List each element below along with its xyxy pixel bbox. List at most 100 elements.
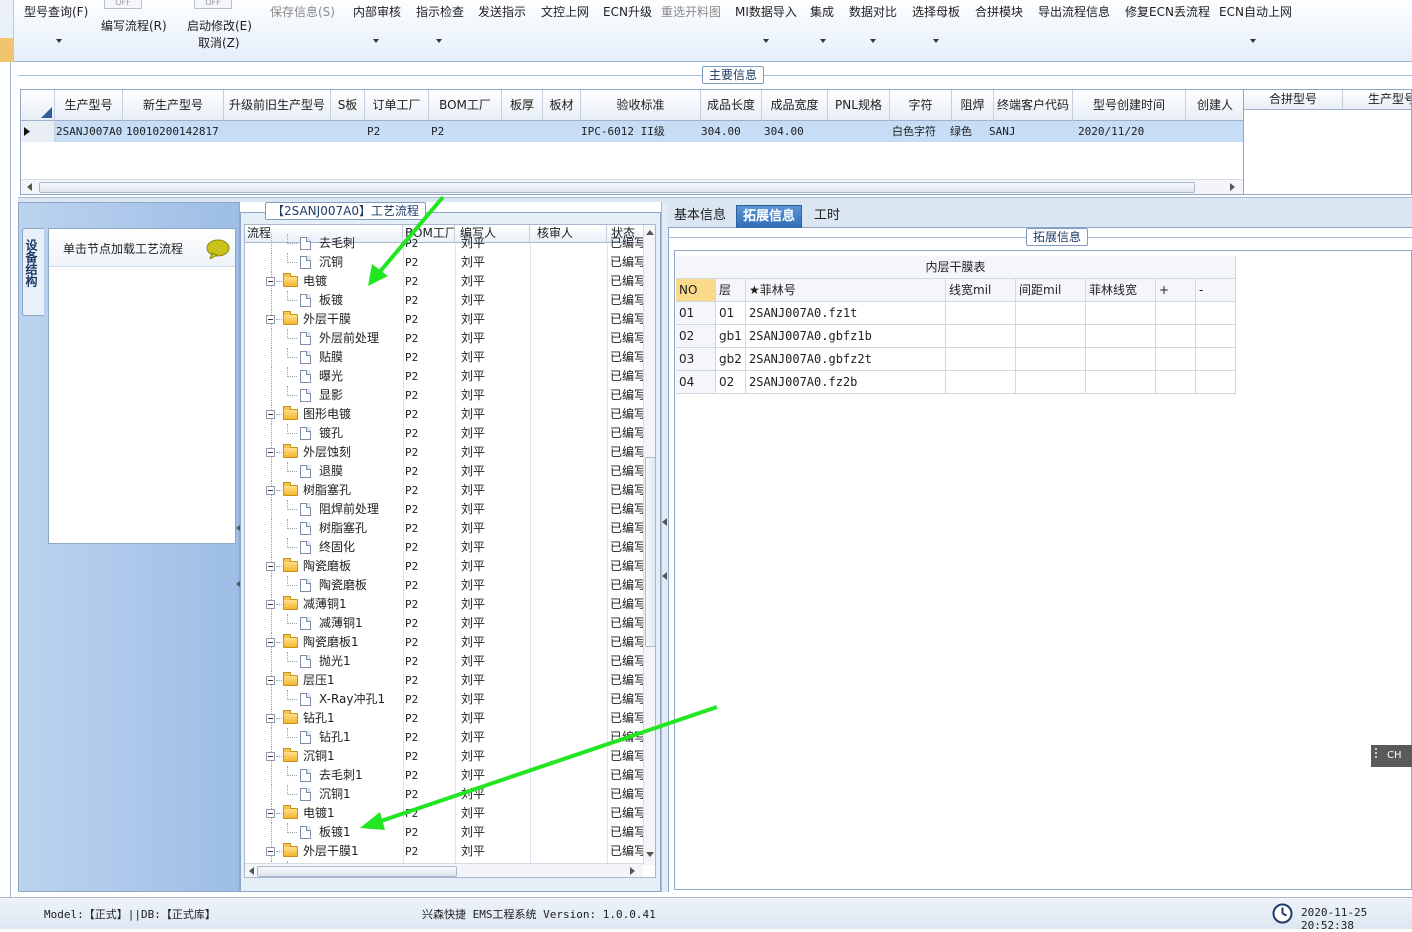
scroll-right-icon[interactable] <box>1230 183 1235 191</box>
tree-row[interactable]: 陶瓷磨板 P2 刘平 已编写 <box>245 576 645 595</box>
tree-node-label[interactable]: 显影 <box>319 386 343 405</box>
collapse-icon[interactable] <box>266 600 275 609</box>
tree-row[interactable]: 陶瓷磨板 P2 刘平 已编写 <box>245 557 645 576</box>
side-tab-device-structure[interactable]: 设备结构 <box>22 228 44 316</box>
table-cell[interactable] <box>1016 325 1086 348</box>
tree-row[interactable]: 外层前处理 P2 刘平 已编写 <box>245 329 645 348</box>
collapse-icon[interactable] <box>266 809 275 818</box>
grid-cell[interactable]: 白色字符 <box>892 122 936 142</box>
column-header[interactable]: 层 <box>716 279 746 302</box>
table-cell[interactable]: 02 <box>676 325 716 348</box>
tab-work-hours[interactable]: 工时 <box>808 205 846 228</box>
column-header[interactable]: 生产型号 <box>1343 90 1411 110</box>
tree-row[interactable]: 板镀 P2 刘平 已编写 <box>245 291 645 310</box>
tree-row[interactable]: 层压1 P2 刘平 已编写 <box>245 671 645 690</box>
scroll-right-icon[interactable] <box>630 867 635 875</box>
grid-cell[interactable]: SANJ <box>989 122 1016 142</box>
table-row[interactable]: 02 gb1 2SANJ007A0.gbfz1b <box>676 325 1236 348</box>
collapse-icon[interactable] <box>266 638 275 647</box>
tree-node-label[interactable]: 外层蚀刻 <box>303 443 351 462</box>
column-header[interactable]: 线宽mil <box>946 279 1016 302</box>
collapse-icon[interactable] <box>266 714 275 723</box>
tree-row[interactable]: 退膜 P2 刘平 已编写 <box>245 462 645 481</box>
tree-node-label[interactable]: 钻孔1 <box>303 709 335 728</box>
tree-row[interactable]: 钻孔1 P2 刘平 已编写 <box>245 709 645 728</box>
tree-node-label[interactable]: 树脂塞孔 <box>319 519 367 538</box>
tree-node-label[interactable]: 陶瓷磨板 <box>303 557 351 576</box>
chevron-down-icon[interactable] <box>933 39 939 43</box>
table-cell[interactable] <box>946 302 1016 325</box>
tree-node-label[interactable]: 曝光 <box>319 367 343 386</box>
tree-node-label[interactable]: 去毛刺1 <box>319 766 363 785</box>
tree-row[interactable]: 电镀1 P2 刘平 已编写 <box>245 804 645 823</box>
column-header[interactable]: 成品宽度 <box>762 90 828 121</box>
table-cell[interactable] <box>946 325 1016 348</box>
toggle-switch[interactable]: OFF <box>104 0 142 9</box>
grid-cell[interactable]: 10010200142817 <box>126 122 219 142</box>
tree-row[interactable]: 减薄铜1 P2 刘平 已编写 <box>245 614 645 633</box>
table-cell[interactable]: 2SANJ007A0.gbfz1b <box>746 325 946 348</box>
tree-row[interactable]: 外层干膜1 P2 刘平 已编写 <box>245 842 645 861</box>
tree-row[interactable]: 钻孔1 P2 刘平 已编写 <box>245 728 645 747</box>
table-cell[interactable] <box>1196 302 1236 325</box>
tree-node-label[interactable]: 层压1 <box>303 671 335 690</box>
tree-node-label[interactable]: 减薄铜1 <box>303 595 347 614</box>
column-header[interactable]: 升级前旧生产型号 <box>224 90 331 121</box>
collapse-icon[interactable] <box>266 752 275 761</box>
column-header[interactable]: S板 <box>331 90 365 121</box>
tab-extended-info[interactable]: 拓展信息 <box>736 205 803 228</box>
table-row[interactable]: 03 gb2 2SANJ007A0.gbfz2t <box>676 348 1236 371</box>
chevron-down-icon[interactable] <box>436 39 442 43</box>
tree-node-label[interactable]: 外层前处理 <box>319 329 379 348</box>
toolbar-reselect-cutting-button[interactable]: 重选开料图 <box>661 3 721 20</box>
collapse-icon[interactable] <box>266 676 275 685</box>
grid-cell[interactable]: 304.00 <box>764 122 804 142</box>
table-cell[interactable]: 02 <box>716 371 746 394</box>
column-header[interactable]: 菲林线宽 <box>1086 279 1156 302</box>
tree-row[interactable]: 沉铜1 P2 刘平 已编写 <box>245 747 645 766</box>
scrollbar-thumb[interactable] <box>645 457 655 647</box>
column-header[interactable]: 终端客户代码 <box>994 90 1073 121</box>
tree-node-label[interactable]: 电镀1 <box>303 804 335 823</box>
add-column-header[interactable]: + <box>1156 279 1196 302</box>
chevron-down-icon[interactable] <box>763 39 769 43</box>
column-header[interactable]: 间距mil <box>1016 279 1086 302</box>
column-header[interactable]: 合拼型号 <box>1244 90 1343 110</box>
table-cell[interactable] <box>1156 348 1196 371</box>
toolbar-instruction-check-button[interactable]: 指示检查 <box>416 3 464 20</box>
left-node-list[interactable]: 单击节点加载工艺流程 <box>48 228 236 544</box>
scroll-left-icon[interactable] <box>27 183 32 191</box>
collapse-icon[interactable] <box>266 448 275 457</box>
tree-row[interactable]: 去毛刺 P2 刘平 已编写 <box>245 234 645 253</box>
tree-node-label[interactable]: 终固化 <box>319 538 355 557</box>
tree-node-label[interactable]: 减薄铜1 <box>319 614 363 633</box>
grid-cell[interactable]: 2020/11/20 <box>1078 122 1144 142</box>
table-cell[interactable] <box>1086 371 1156 394</box>
toolbar-model-query-button[interactable]: 型号查询(F) <box>24 3 88 20</box>
collapse-icon[interactable] <box>266 847 275 856</box>
table-cell[interactable] <box>1016 348 1086 371</box>
tree-row[interactable]: 板镀1 P2 刘平 已编写 <box>245 823 645 842</box>
collapse-icon[interactable] <box>266 562 275 571</box>
collapse-left-icon[interactable] <box>662 518 667 526</box>
scroll-up-icon[interactable] <box>646 230 654 235</box>
collapse-icon[interactable] <box>266 410 275 419</box>
table-cell[interactable] <box>1156 302 1196 325</box>
toolbar-data-compare-button[interactable]: 数据对比 <box>849 3 897 20</box>
tree-node-label[interactable]: 贴膜 <box>319 348 343 367</box>
column-header[interactable]: ★菲林号 <box>746 279 946 302</box>
tree-row[interactable]: 陶瓷磨板1 P2 刘平 已编写 <box>245 633 645 652</box>
column-header[interactable]: BOM工厂 <box>429 90 502 121</box>
chevron-down-icon[interactable] <box>373 39 379 43</box>
tree-node-label[interactable]: 陶瓷磨板1 <box>303 633 359 652</box>
toolbar-cancel-button[interactable]: 取消(Z) <box>198 34 240 51</box>
ime-indicator[interactable]: CH <box>1371 745 1412 767</box>
tree-row[interactable]: 减薄铜1 P2 刘平 已编写 <box>245 595 645 614</box>
grid-cell[interactable]: P2 <box>367 122 380 142</box>
table-cell[interactable] <box>1086 348 1156 371</box>
table-cell[interactable]: 01 <box>676 302 716 325</box>
grid-cell[interactable]: 绿色 <box>950 122 972 142</box>
tree-node-label[interactable]: 图形电镀 <box>303 405 351 424</box>
tree-row[interactable]: 抛光1 P2 刘平 已编写 <box>245 652 645 671</box>
tree-node-label[interactable]: 板镀 <box>319 291 343 310</box>
